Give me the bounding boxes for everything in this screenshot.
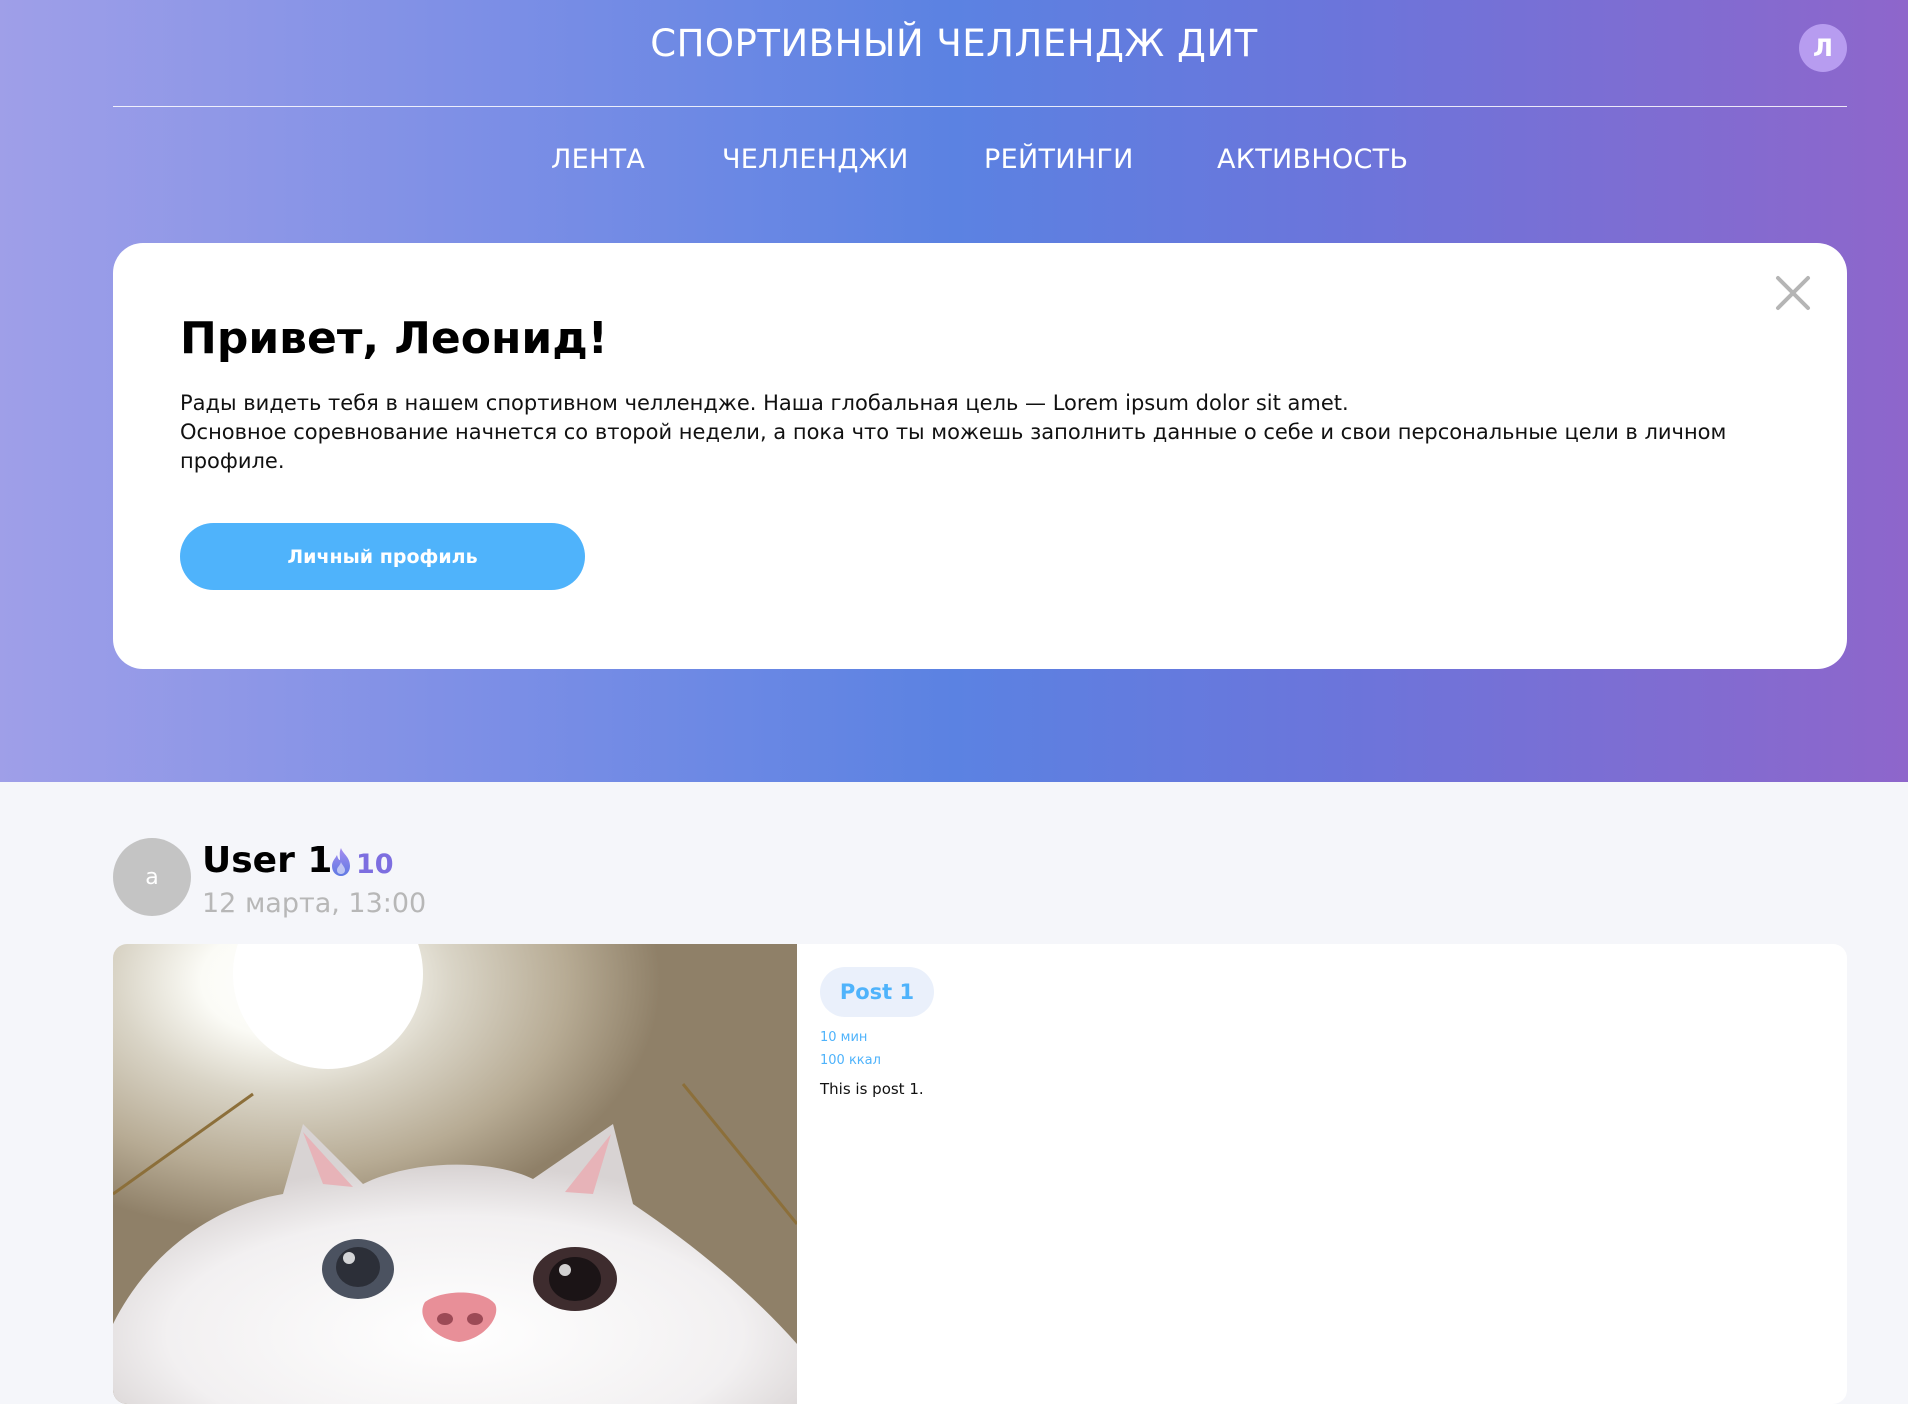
header-divider xyxy=(113,106,1847,107)
post-text: This is post 1. xyxy=(820,1080,924,1098)
post-photo[interactable] xyxy=(113,944,797,1404)
post-tag[interactable]: Post 1 xyxy=(820,967,934,1017)
streak-count: 10 xyxy=(356,848,394,880)
avatar[interactable]: a xyxy=(113,838,191,916)
welcome-card: Привет, Леонид! Рады видеть тебя в нашем… xyxy=(113,243,1847,669)
post-duration: 10 мин xyxy=(820,1030,868,1045)
post-card: Post 1 10 мин 100 ккал This is post 1. xyxy=(113,944,1847,1404)
welcome-text: Рады видеть тебя в нашем спортивном челл… xyxy=(180,389,1790,476)
hero-banner: СПОРТИВНЫЙ ЧЕЛЛЕНДЖ ДИТ Л ЛЕНТА ЧЕЛЛЕНДЖ… xyxy=(0,0,1908,782)
nav-item-challenges[interactable]: ЧЕЛЛЕНДЖИ xyxy=(722,144,909,175)
post-date: 12 марта, 13:00 xyxy=(202,888,427,919)
welcome-text-line-2: Основное соревнование начнется со второй… xyxy=(180,420,1727,473)
user-avatar-button[interactable]: Л xyxy=(1799,24,1847,72)
post-calories: 100 ккал xyxy=(820,1053,881,1068)
post-user-name[interactable]: User 1 xyxy=(202,840,332,881)
site-title: СПОРТИВНЫЙ ЧЕЛЛЕНДЖ ДИТ xyxy=(650,22,1258,65)
welcome-text-line-1: Рады видеть тебя в нашем спортивном челл… xyxy=(180,391,1349,415)
streak-badge: 10 xyxy=(328,847,394,881)
close-icon[interactable] xyxy=(1769,269,1817,317)
nav-item-feed[interactable]: ЛЕНТА xyxy=(551,144,645,175)
nav-item-ratings[interactable]: РЕЙТИНГИ xyxy=(984,144,1134,175)
personal-profile-button[interactable]: Личный профиль xyxy=(180,523,585,590)
welcome-title: Привет, Леонид! xyxy=(180,313,608,364)
nav-item-activity[interactable]: АКТИВНОСТЬ xyxy=(1217,144,1408,175)
fire-icon xyxy=(328,847,354,881)
